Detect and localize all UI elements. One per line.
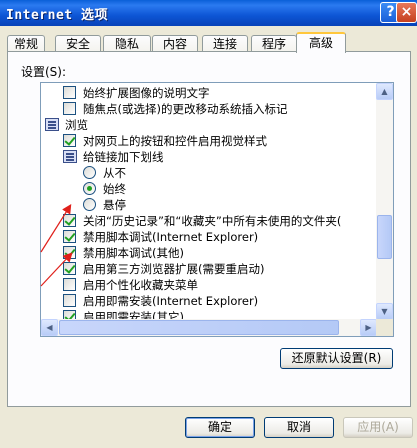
annotation-arrow-2 [40,252,73,287]
ok-button[interactable]: 确定 [185,417,255,438]
cancel-button[interactable]: 取消 [264,417,334,438]
tab-advanced[interactable]: 高级 [296,32,346,53]
apply-button[interactable]: 应用(A) [343,417,413,438]
annotation-arrow-1 [40,203,72,253]
annotation-arrows [40,203,73,287]
